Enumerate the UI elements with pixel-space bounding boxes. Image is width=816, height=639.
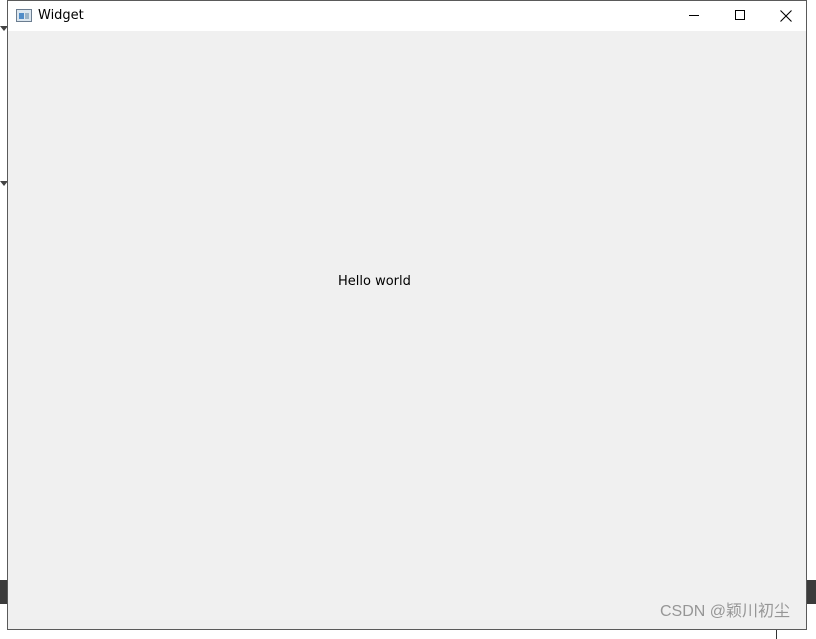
minimize-icon xyxy=(689,15,699,16)
close-button[interactable] xyxy=(763,1,809,31)
watermark: CSDN @颖川初尘 xyxy=(659,603,790,620)
widget-window: Widget Hello world CSDN @颖川初尘 xyxy=(7,0,807,630)
window-icon-pane xyxy=(25,13,29,19)
maximize-icon xyxy=(735,10,745,20)
window-title: Widget xyxy=(38,8,84,23)
client-area: Hello world CSDN @颖川初尘 xyxy=(8,31,806,629)
minimize-button[interactable] xyxy=(671,1,717,31)
qt-window-icon[interactable] xyxy=(16,9,32,22)
maximize-button[interactable] xyxy=(717,1,763,31)
window-icon-pane xyxy=(19,13,24,19)
close-icon xyxy=(780,10,792,22)
desktop: Widget Hello world CSDN @颖川初尘 xyxy=(0,0,816,639)
hello-label: Hello world xyxy=(338,274,411,289)
title-bar[interactable]: Widget xyxy=(8,1,806,31)
